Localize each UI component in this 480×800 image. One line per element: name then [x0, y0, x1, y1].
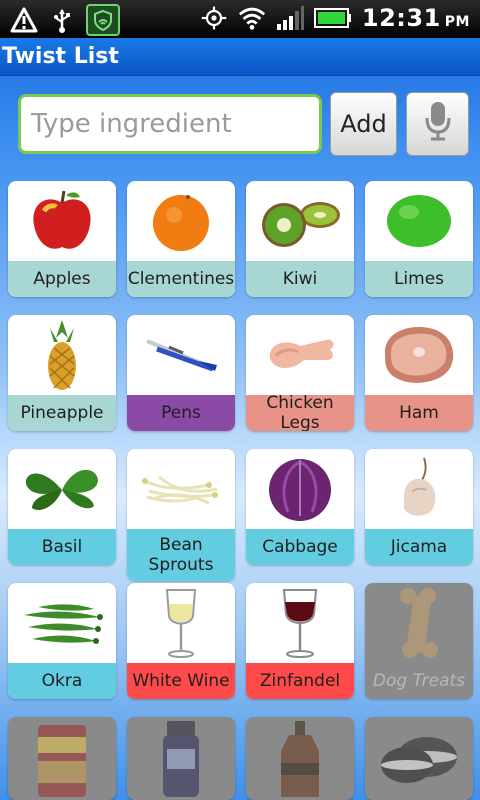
app-title: Twist List [2, 44, 119, 69]
usb-icon [48, 6, 76, 34]
tile-label: Ham [365, 395, 473, 431]
canned-food-icon [8, 717, 116, 797]
lime-icon [365, 181, 473, 261]
tile-label: Pens [127, 395, 235, 431]
tile-label: Jicama [365, 529, 473, 565]
ingredient-tile-basil[interactable]: Basil [8, 449, 116, 565]
wifi-icon [238, 4, 266, 32]
voice-input-button[interactable] [406, 92, 469, 156]
ingredient-tile-kiwi[interactable]: Kiwi [246, 181, 354, 297]
jam-jar-icon [127, 717, 235, 797]
tile-label: Limes [365, 261, 473, 297]
ingredient-tile-pens[interactable]: Pens [127, 315, 235, 431]
signal-strength-icon [276, 4, 304, 32]
tile-label: Chicken Legs [246, 393, 354, 431]
jicama-icon [365, 449, 473, 529]
tile-label: Basil [8, 529, 116, 565]
chicken-leg-icon [246, 315, 354, 395]
status-bar: 12:31 PM [0, 0, 480, 38]
ingredient-tile-limes[interactable]: Limes [365, 181, 473, 297]
warning-icon [10, 6, 38, 34]
ingredient-tile-white-wine[interactable]: White Wine [127, 583, 235, 699]
tile-label: Bean Sprouts [127, 529, 235, 581]
tile-label: Cabbage [246, 529, 354, 565]
ingredient-input[interactable] [18, 94, 322, 154]
ingredient-tile-okra[interactable]: Okra [8, 583, 116, 699]
ingredient-tile-cabbage[interactable]: Cabbage [246, 449, 354, 565]
gps-icon [200, 4, 228, 32]
tile-label: White Wine [127, 663, 235, 699]
ingredient-tile-ham[interactable]: Ham [365, 315, 473, 431]
ham-icon [365, 315, 473, 395]
ingredient-tile-zinfandel[interactable]: Zinfandel [246, 583, 354, 699]
ingredient-tile-dog-treats[interactable]: Dog Treats [365, 583, 473, 699]
ingredient-tile-pineapple[interactable]: Pineapple [8, 315, 116, 431]
battery-icon [313, 4, 352, 32]
security-shield-icon [86, 4, 120, 36]
ingredient-tile-apples[interactable]: Apples [8, 181, 116, 297]
ingredient-tile-bean-sprouts[interactable]: Bean Sprouts [127, 449, 235, 581]
okra-icon [8, 583, 116, 663]
tile-label: Apples [8, 261, 116, 297]
tile-label: Clementines [127, 261, 235, 297]
add-button-label: Add [340, 110, 387, 138]
ingredient-tile-clementines[interactable]: Clementines [127, 181, 235, 297]
white-wine-icon [127, 583, 235, 663]
ingredient-grid: Apples Clementines Kiwi Limes Pineapple … [0, 176, 480, 800]
tile-label: Okra [8, 663, 116, 699]
tile-label: Zinfandel [246, 663, 354, 699]
ingredient-tile-canned-food[interactable] [8, 717, 116, 800]
microphone-icon [423, 100, 453, 148]
add-button[interactable]: Add [330, 92, 397, 156]
app-title-bar: Twist List [0, 38, 480, 76]
red-wine-icon [246, 583, 354, 663]
tile-label: Pineapple [8, 395, 116, 431]
ingredient-tile-cookies[interactable] [365, 717, 473, 800]
ingredient-tile-jam-jar[interactable] [127, 717, 235, 800]
ingredient-tile-chicken-legs[interactable]: Chicken Legs [246, 315, 354, 431]
dog-bone-icon [365, 583, 473, 663]
clock: 12:31 PM [361, 4, 470, 32]
pen-icon [127, 315, 235, 395]
cabbage-icon [246, 449, 354, 529]
ingredient-tile-bottle[interactable] [246, 717, 354, 800]
bean-sprouts-icon [127, 449, 235, 529]
tile-label: Kiwi [246, 261, 354, 297]
apple-icon [8, 181, 116, 261]
tile-label: Dog Treats [365, 663, 473, 699]
basil-icon [8, 449, 116, 529]
ingredient-input-row: Add [0, 76, 480, 176]
ingredient-tile-jicama[interactable]: Jicama [365, 449, 473, 565]
pineapple-icon [8, 315, 116, 395]
cookie-icon [365, 717, 473, 797]
bottle-icon [246, 717, 354, 797]
kiwi-icon [246, 181, 354, 261]
clementine-icon [127, 181, 235, 261]
